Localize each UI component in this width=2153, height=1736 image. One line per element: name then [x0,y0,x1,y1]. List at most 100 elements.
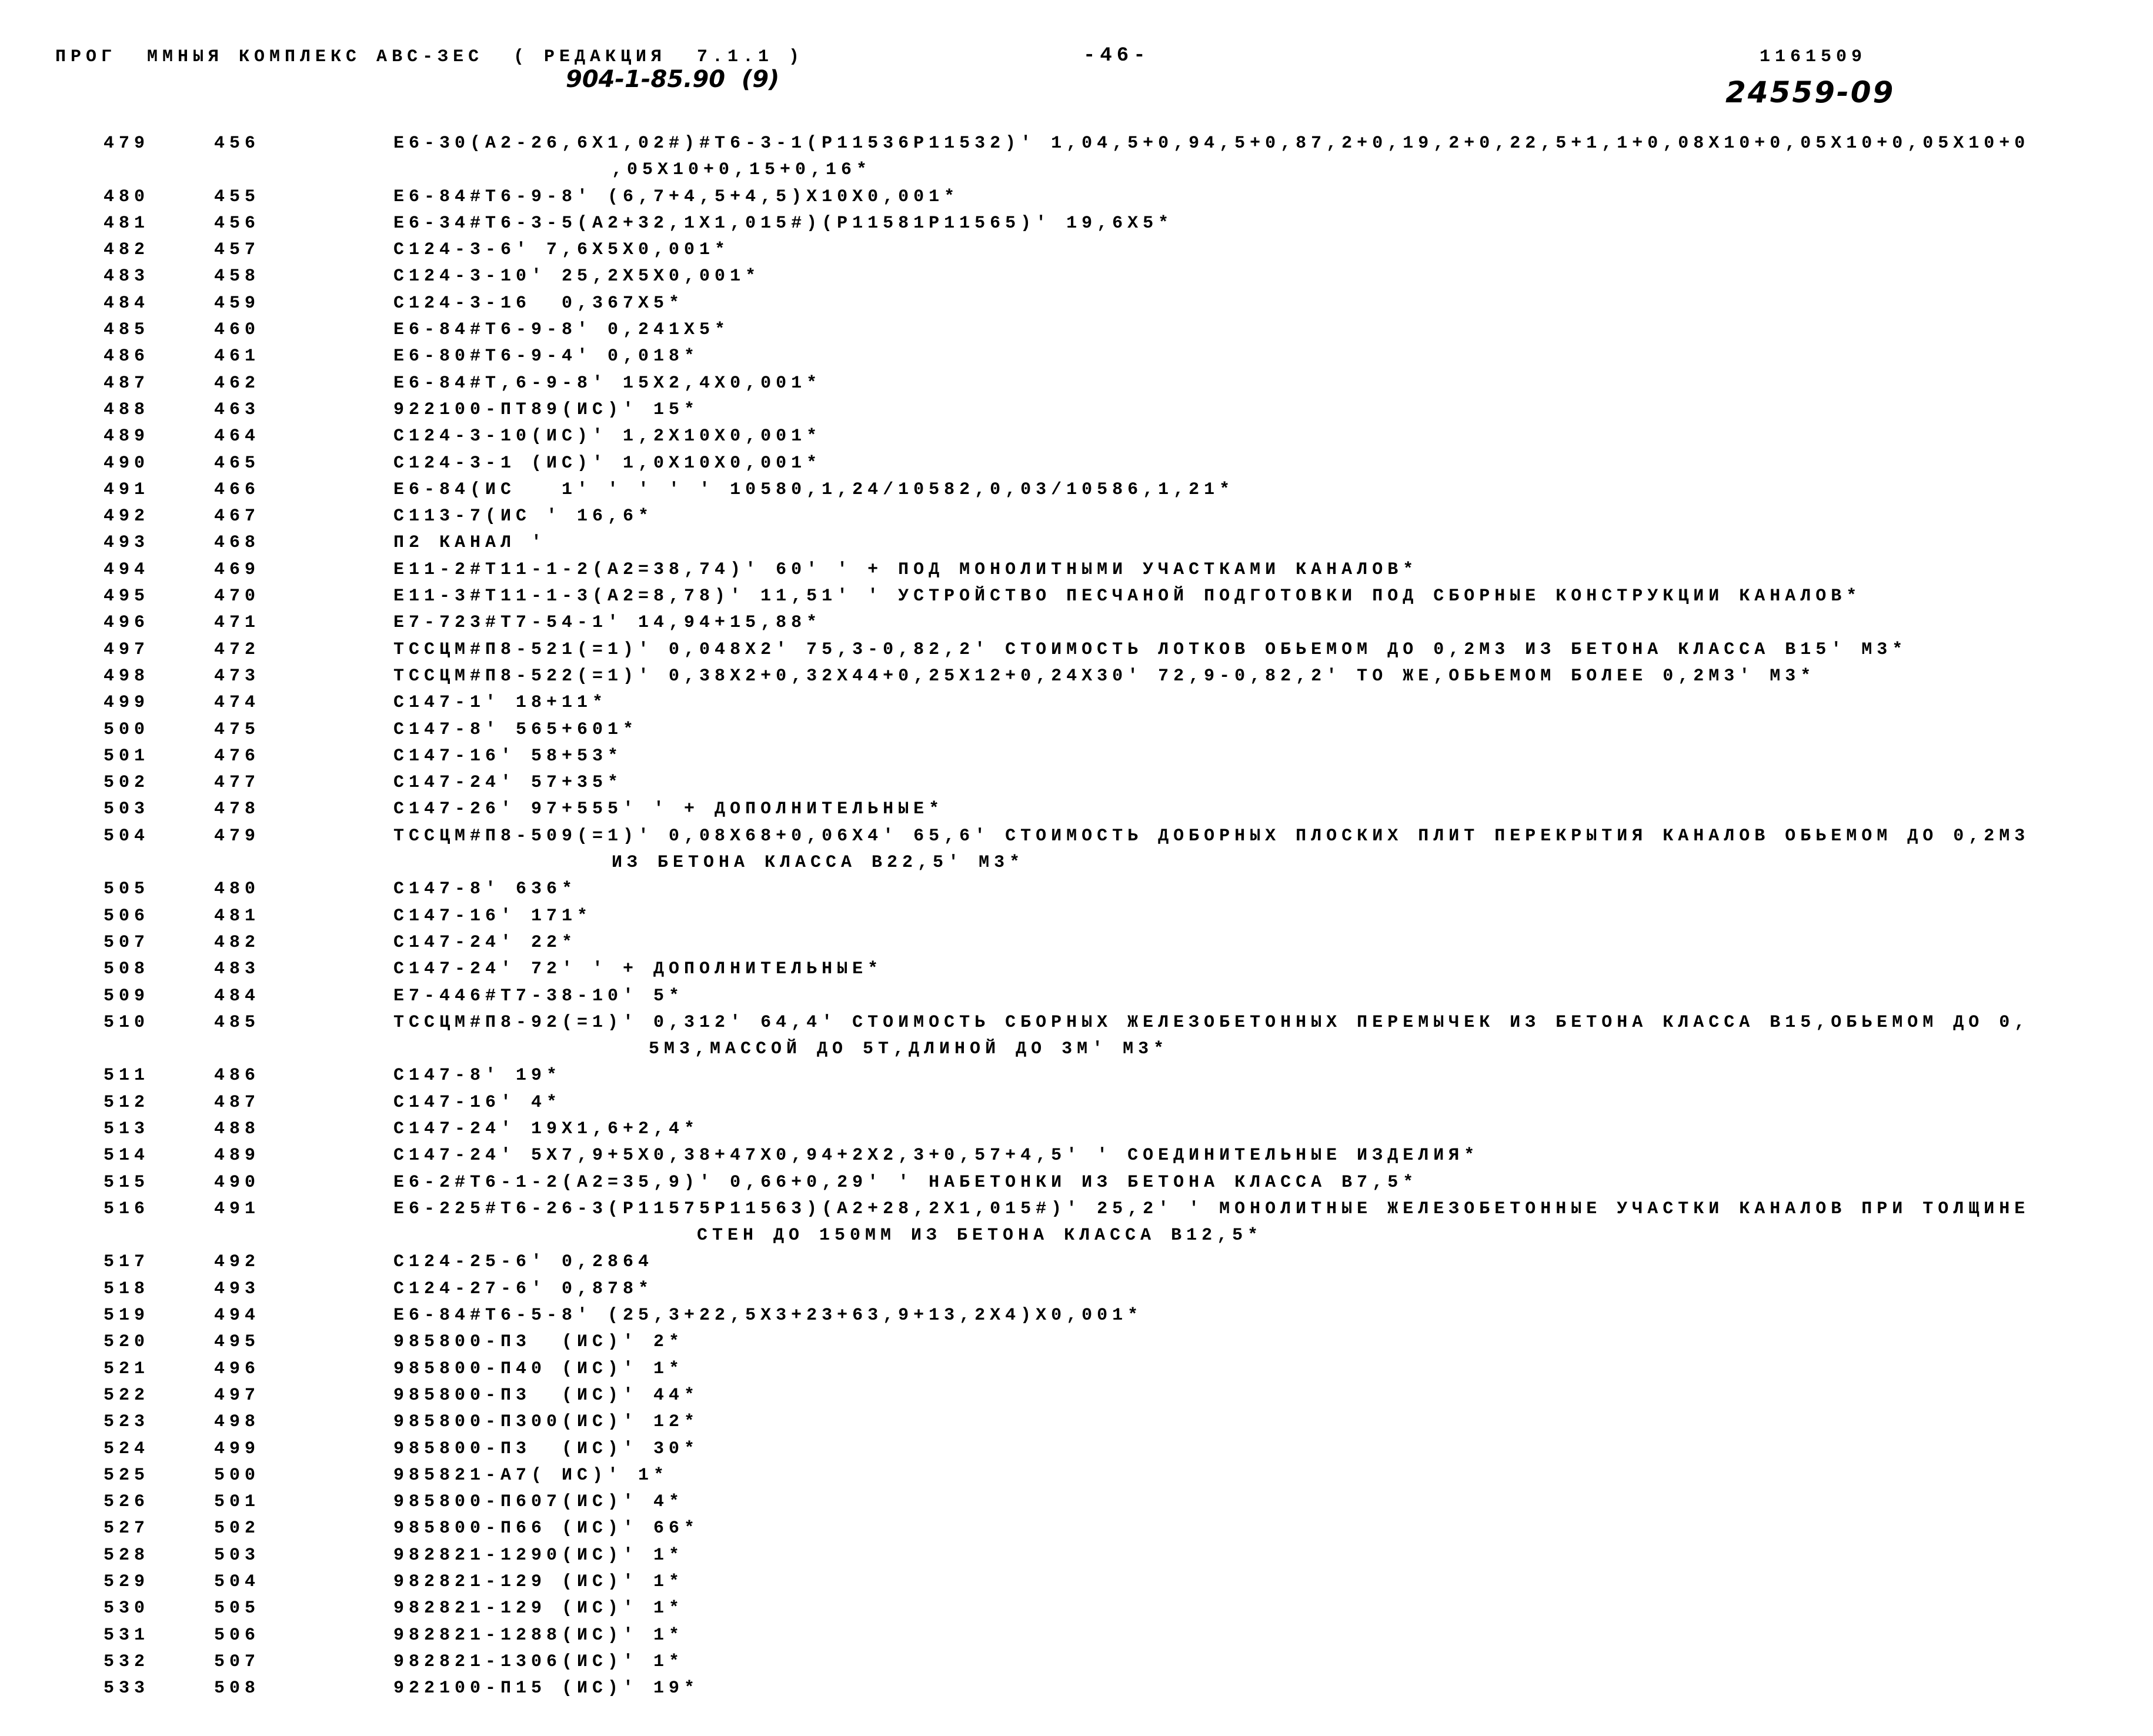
item-number: 494 [214,1306,261,1326]
handwritten-reference: 904-1-85.90 (9) [566,66,780,93]
listing-row: 493 468 П2 КАНАЛ ' [0,530,2153,556]
listing-row: 515 490 E6-2#T6-1-2(A2=35,9)' 0,66+0,29' '… [0,1170,2153,1196]
item-number: 484 [214,986,261,1006]
item-number: 504 [214,1572,261,1593]
listing-row: 482 457 C124-3-6' 7,6X5X0,001* [0,237,2153,263]
row-text: C124-3-10' 25,2X5X0,001* [393,266,761,287]
listing-row: 491 466 E6-84(ИС 1' ' ' ' ' 10580,1,24/105… [0,477,2153,503]
listing-row: 521 496 985800-П40 (ИС)' 1* [0,1356,2153,1383]
item-number: 487 [214,1092,261,1113]
listing-row: 525 500 985821-А7( ИС)' 1* [0,1463,2153,1489]
row-number: 527 [104,1518,150,1539]
row-text: E6-34#T6-3-5(A2+32,1X1,015#)(P11581P1156… [393,213,1174,233]
listing-row: 516 491 E6-225#T6-26-3(P11575P11563)(A2+28… [0,1196,2153,1223]
row-text: E6-2#T6-1-2(A2=35,9)' 0,66+0,29' ' НАБЕТ… [393,1172,1418,1193]
listing-row: 492 467 C113-7(ИС ' 16,6* [0,503,2153,530]
item-number: 486 [214,1066,261,1086]
row-text: E6-84(ИС 1' ' ' ' ' 10580,1,24/10582,0,0… [393,479,1235,500]
row-text: C113-7(ИС ' 16,6* [393,506,654,527]
listing-row: 494 469 E11-2#T11-1-2(A2=38,74)' 60' ' + П… [0,557,2153,583]
listing-row: 520 495 985800-П3 (ИС)' 2* [0,1329,2153,1356]
listing-row: 502 477 C147-24' 57+35* [0,770,2153,796]
row-number: 498 [104,666,150,686]
listing-row: 522 497 985800-П3 (ИС)' 44* [0,1383,2153,1409]
row-number: 532 [104,1651,150,1672]
item-number: 471 [214,613,261,633]
program-title: ПРОГ ММНЫЯ КОМПЛЕКС АВС-ЗЕС [55,47,484,67]
row-text: 985800-П3 (ИС)' 2* [393,1332,685,1353]
row-text: 985800-П607(ИС)' 4* [393,1492,685,1513]
listing-row: 504 479 TCCЦМ#П8-509(=1)' 0,08X68+0,06X4' … [0,823,2153,850]
item-number: 470 [214,586,261,607]
listing-row: 480 455 E6-84#T6-9-8' (6,7+4,5+4,5)X10X0,0… [0,184,2153,211]
row-number: 510 [104,1012,150,1033]
row-number: 524 [104,1438,150,1459]
row-number: 506 [104,906,150,926]
listing-row: 519 494 E6-84#T6-5-8' (25,3+22,5X3+23+63,9… [0,1303,2153,1329]
row-text: C147-24' 22* [393,932,578,953]
row-number: 508 [104,959,150,980]
listing-row: 527 502 985800-П66 (ИС)' 66* [0,1515,2153,1542]
listing-row: 497 472 TCCЦМ#П8-521(=1)' 0,048X2' 75,3-0,… [0,637,2153,663]
row-text: C147-16' 4* [393,1092,562,1113]
item-number: 497 [214,1385,261,1406]
item-number: 480 [214,879,261,900]
item-number: 457 [214,240,261,261]
row-text: C124-27-6' 0,878* [393,1278,654,1299]
listing-row: 489 464 C124-3-10(ИС)' 1,2X10X0,001* [0,423,2153,450]
row-number: 482 [104,240,150,261]
item-number: 508 [214,1678,261,1699]
listing-row: 495 470 E11-3#T11-1-3(A2=8,78)' 11,51' ' У… [0,583,2153,610]
row-number: 505 [104,879,150,900]
listing-row-continuation: ИЗ БЕТОНА КЛАССА В22,5' М3* [0,850,2153,876]
listing-row: 479 456 E6-30(A2-26,6X1,02#)#T6-3-1(P11536… [0,131,2153,157]
listing-row-continuation: 5М3,МАССОЙ ДО 5Т,ДЛИНОЙ ДО 3М' М3* [0,1036,2153,1063]
row-number: 492 [104,506,150,527]
row-number: 488 [104,399,150,420]
row-text: TCCЦМ#П8-521(=1)' 0,048X2' 75,3-0,82,2' … [393,639,1908,660]
item-number: 462 [214,373,261,393]
listing-row: 499 474 C147-1' 18+11* [0,690,2153,716]
row-text: 985800-П3 (ИС)' 44* [393,1385,700,1406]
row-text: C147-8' 565+601* [393,719,639,740]
item-number: 466 [214,479,261,500]
listing-row: 490 465 C124-3-1 (ИС)' 1,0X10X0,001* [0,450,2153,477]
item-number: 481 [214,906,261,926]
listing-row: 507 482 C147-24' 22* [0,930,2153,956]
listing-row: 533 508 922100-П15 (ИС)' 19* [0,1675,2153,1702]
row-number: 519 [104,1306,150,1326]
row-text: E6-80#T6-9-4' 0,018* [393,346,700,367]
listing-row: 532 507 982821-1306(ИС)' 1* [0,1649,2153,1675]
row-number: 520 [104,1332,150,1353]
row-number: 507 [104,932,150,953]
row-number: 481 [104,213,150,233]
row-number: 531 [104,1625,150,1645]
listing-row: 496 471 E7-723#T7-54-1' 14,94+15,88* [0,610,2153,636]
item-number: 467 [214,506,261,527]
item-number: 455 [214,186,261,207]
row-text: TCCЦМ#П8-92(=1)' 0,312' 64,4' СТОИМОСТЬ … [393,1012,2030,1033]
item-number: 459 [214,293,261,313]
listing-row: 485 460 E6-84#T6-9-8' 0,241X5* [0,317,2153,343]
item-number: 475 [214,719,261,740]
row-text: П2 КАНАЛ ' [393,533,547,553]
item-number: 468 [214,533,261,553]
listing-row: 523 498 985800-П300(ИС)' 12* [0,1409,2153,1435]
row-text: E6-84#T6-9-8' 0,241X5* [393,320,730,340]
item-number: 460 [214,320,261,340]
row-number: 501 [104,746,150,766]
row-number: 486 [104,346,150,367]
listing-row: 531 506 982821-1288(ИС)' 1* [0,1623,2153,1649]
row-number: 516 [104,1198,150,1219]
item-number: 474 [214,693,261,713]
item-number: 456 [214,213,261,233]
listing-row: 524 499 985800-П3 (ИС)' 30* [0,1436,2153,1463]
row-number: 513 [104,1119,150,1139]
edition-label: ( РЕДАКЦИЯ 7.1.1 ) [513,47,805,67]
row-number: 484 [104,293,150,313]
item-number: 458 [214,266,261,287]
row-number: 483 [104,266,150,287]
row-text: 985800-П300(ИС)' 12* [393,1412,700,1433]
item-number: 496 [214,1358,261,1379]
row-number: 530 [104,1598,150,1619]
